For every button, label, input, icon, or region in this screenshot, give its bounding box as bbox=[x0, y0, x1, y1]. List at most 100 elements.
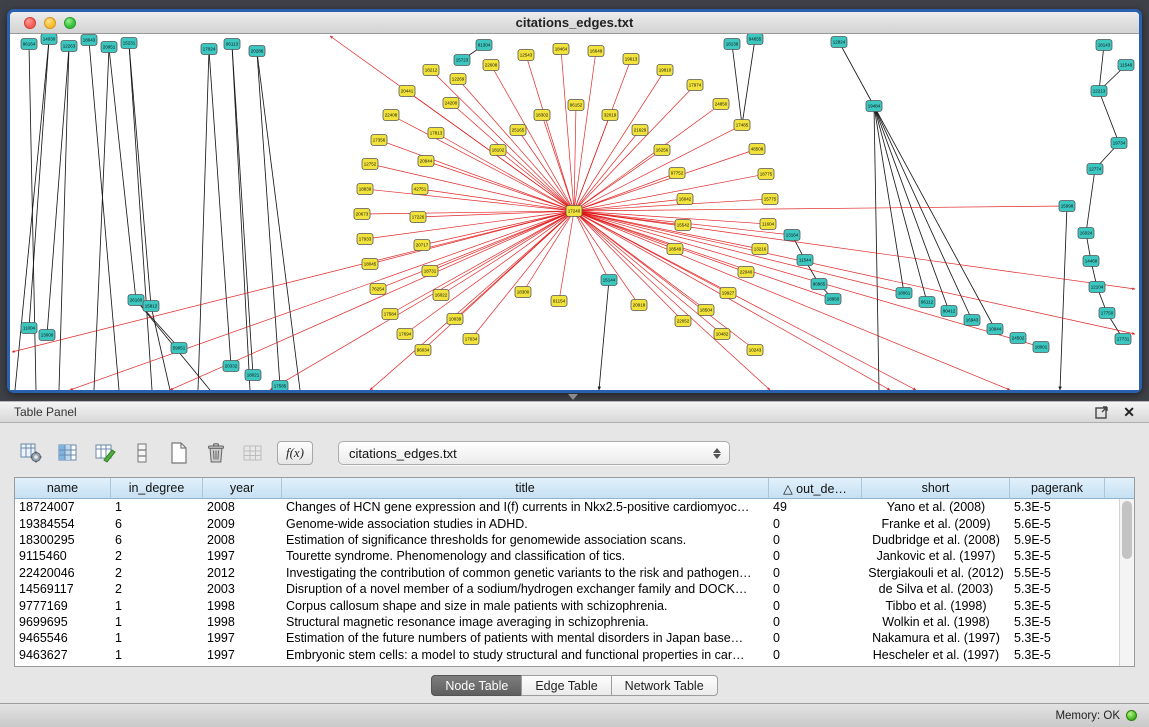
graph-node[interactable]: 81304 bbox=[476, 40, 492, 51]
scrollbar-thumb[interactable] bbox=[1122, 501, 1132, 559]
graph-node[interactable]: 96164 bbox=[21, 39, 37, 50]
graph-node[interactable]: 22608 bbox=[483, 60, 499, 71]
graph-node[interactable]: 18775 bbox=[758, 169, 774, 180]
new-file-icon[interactable] bbox=[166, 440, 192, 466]
graph-node[interactable]: 17933 bbox=[357, 234, 373, 245]
graph-node[interactable]: 17226 bbox=[410, 212, 426, 223]
graph-node[interactable]: 11548 bbox=[1118, 60, 1134, 71]
graph-node[interactable]: 18504 bbox=[698, 305, 714, 316]
graph-node[interactable]: 59051 bbox=[171, 343, 187, 354]
graph-node[interactable]: 15775 bbox=[762, 194, 778, 205]
graph-node[interactable]: 15542 bbox=[675, 220, 691, 231]
table-row[interactable]: 946554611997Estimation of the future num… bbox=[15, 630, 1119, 646]
graph-node[interactable]: 10039 bbox=[447, 314, 463, 325]
graph-node[interactable]: 15812 bbox=[143, 301, 159, 312]
graph-node[interactable]: 48508 bbox=[749, 144, 765, 155]
graph-node[interactable]: 19810 bbox=[657, 65, 673, 76]
edit-table-icon[interactable] bbox=[92, 440, 118, 466]
window-titlebar[interactable]: citations_edges.txt bbox=[10, 12, 1139, 34]
graph-node[interactable]: 20918 bbox=[631, 300, 647, 311]
graph-node[interactable]: 12104 bbox=[1089, 282, 1105, 293]
column-header-out_de[interactable]: △ out_de… bbox=[769, 478, 862, 498]
graph-node[interactable]: 12263 bbox=[61, 41, 77, 52]
graph-node[interactable]: 18731 bbox=[422, 266, 438, 277]
graph-node[interactable]: 18043 bbox=[81, 35, 97, 46]
network-canvas[interactable]: 1724018212204412240817356127521883920673… bbox=[10, 34, 1139, 390]
graph-node[interactable]: 15998 bbox=[1059, 201, 1075, 212]
table-row[interactable]: 1872400712008Changes of HCN gene express… bbox=[15, 499, 1119, 515]
column-header-name[interactable]: name bbox=[15, 478, 111, 498]
zoom-window-button[interactable] bbox=[64, 17, 76, 29]
float-panel-icon[interactable] bbox=[1095, 405, 1109, 419]
graph-node[interactable]: 22408 bbox=[383, 110, 399, 121]
network-table-selector[interactable]: citations_edges.txt bbox=[338, 441, 730, 465]
graph-node[interactable]: 18549 bbox=[667, 244, 683, 255]
graph-node[interactable]: 96034 bbox=[415, 345, 431, 356]
close-window-button[interactable] bbox=[24, 17, 36, 29]
column-header-pagerank[interactable]: pagerank bbox=[1010, 478, 1105, 498]
graph-node[interactable]: 18300 bbox=[515, 287, 531, 298]
graph-node[interactable]: 10482 bbox=[714, 329, 730, 340]
table-row[interactable]: 1830029562008Estimation of significance … bbox=[15, 532, 1119, 548]
graph-node[interactable]: 19927 bbox=[720, 288, 736, 299]
function-builder-button[interactable]: f(x) bbox=[277, 441, 313, 465]
column-header-in_degree[interactable]: in_degree bbox=[111, 478, 203, 498]
graph-node[interactable]: 96152 bbox=[568, 100, 584, 111]
import-table-icon[interactable] bbox=[240, 440, 266, 466]
graph-node[interactable]: 22052 bbox=[675, 316, 691, 327]
graph-node[interactable]: 90965 bbox=[811, 279, 827, 290]
graph-node[interactable]: 17034 bbox=[463, 334, 479, 345]
graph-node[interactable]: 12752 bbox=[362, 159, 378, 170]
graph-node[interactable]: 18302 bbox=[534, 110, 550, 121]
graph-node[interactable]: 17356 bbox=[371, 135, 387, 146]
graph-node[interactable]: 13000 bbox=[39, 330, 55, 341]
graph-node[interactable]: 11004 bbox=[21, 323, 37, 334]
graph-node[interactable]: 15231 bbox=[121, 38, 137, 49]
graph-node[interactable]: 42751 bbox=[412, 184, 428, 195]
network-graph[interactable]: 1724018212204412240817356127521883920673… bbox=[10, 34, 1139, 390]
graph-node[interactable]: 96112 bbox=[919, 297, 935, 308]
graph-node[interactable]: 20286 bbox=[249, 46, 265, 57]
graph-node[interactable]: 97752 bbox=[669, 168, 685, 179]
tab-node-table[interactable]: Node Table bbox=[431, 675, 522, 696]
panel-splitter-handle[interactable] bbox=[568, 394, 578, 400]
delete-table-icon[interactable] bbox=[203, 440, 229, 466]
graph-node[interactable]: 12824 bbox=[831, 37, 847, 48]
graph-node[interactable]: 96113 bbox=[224, 39, 240, 50]
graph-node[interactable]: 21629 bbox=[632, 125, 648, 136]
graph-node[interactable]: 17584 bbox=[382, 309, 398, 320]
tab-network-table[interactable]: Network Table bbox=[611, 675, 718, 696]
column-header-title[interactable]: title bbox=[282, 478, 769, 498]
select-columns-icon[interactable] bbox=[55, 440, 81, 466]
table-row[interactable]: 2242004622012Investigating the contribut… bbox=[15, 565, 1119, 581]
graph-node[interactable]: 10944 bbox=[987, 324, 1003, 335]
graph-node[interactable]: 16022 bbox=[433, 290, 449, 301]
graph-node[interactable]: 16256 bbox=[654, 145, 670, 156]
close-panel-icon[interactable]: ✕ bbox=[1123, 405, 1135, 419]
graph-node[interactable]: 20944 bbox=[418, 156, 434, 167]
column-settings-icon[interactable] bbox=[18, 440, 44, 466]
graph-node[interactable]: 17585 bbox=[272, 381, 288, 391]
graph-node[interactable]: 16042 bbox=[677, 194, 693, 205]
graph-node[interactable]: 16943 bbox=[964, 315, 980, 326]
graph-node[interactable]: 94655 bbox=[747, 34, 763, 45]
graph-node[interactable]: 76254 bbox=[370, 284, 386, 295]
graph-node[interactable]: 18021 bbox=[245, 370, 261, 381]
graph-node[interactable]: 18001 bbox=[1033, 342, 1049, 353]
graph-node[interactable]: 10243 bbox=[747, 345, 763, 356]
graph-node[interactable]: 20673 bbox=[354, 209, 370, 220]
graph-node[interactable]: 26160 bbox=[128, 295, 144, 306]
graph-node[interactable]: 90412 bbox=[941, 306, 957, 317]
tab-edge-table[interactable]: Edge Table bbox=[521, 675, 611, 696]
graph-node[interactable]: 18143 bbox=[1096, 40, 1112, 51]
graph-node[interactable]: 16024 bbox=[1078, 228, 1094, 239]
graph-node[interactable]: 18950 bbox=[825, 294, 841, 305]
graph-node[interactable]: 17731 bbox=[1115, 334, 1131, 345]
graph-node[interactable]: 13164 bbox=[784, 230, 800, 241]
column-header-short[interactable]: short bbox=[862, 478, 1010, 498]
graph-node[interactable]: 16649 bbox=[588, 46, 604, 57]
graph-node[interactable]: 20441 bbox=[399, 86, 415, 97]
graph-node[interactable]: 14468 bbox=[1083, 256, 1099, 267]
graph-node[interactable]: 18102 bbox=[490, 145, 506, 156]
graph-node[interactable]: 14030 bbox=[41, 34, 57, 45]
